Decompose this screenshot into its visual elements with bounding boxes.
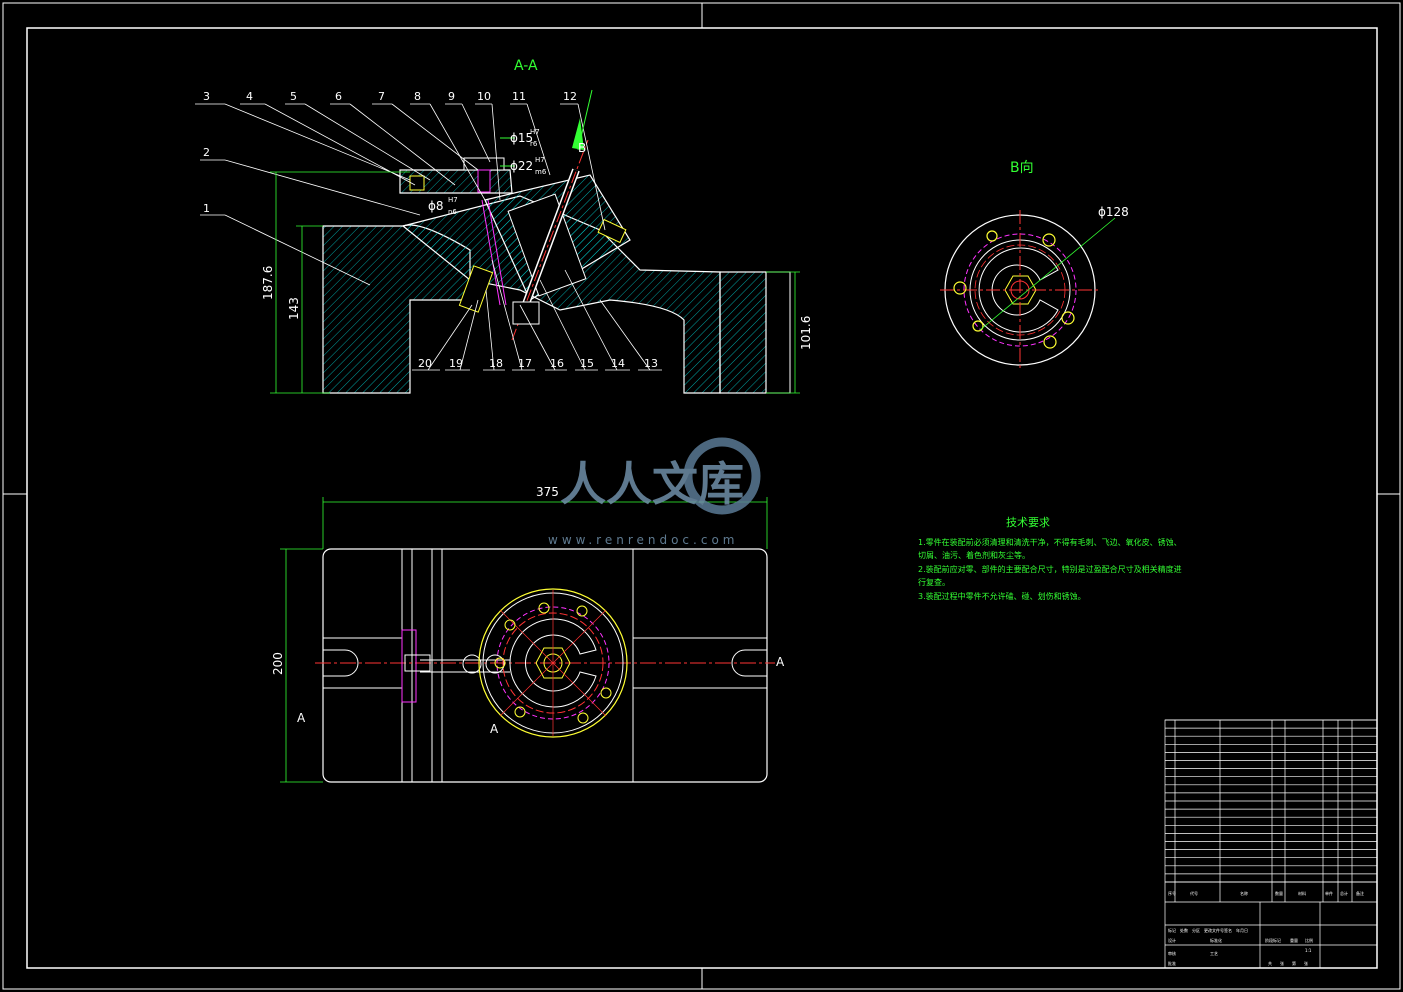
part-number-18: 18 <box>489 357 503 370</box>
dim-phi22-fit-bottom: m6 <box>535 168 547 176</box>
tb-header-qty: 数量 <box>1275 890 1283 896</box>
b-view-title: B向 <box>1010 160 1034 176</box>
part-number-4: 4 <box>246 90 253 103</box>
part-number-6: 6 <box>335 90 342 103</box>
part-number-9: 9 <box>448 90 455 103</box>
part-number-labels-bottom: 20 19 18 17 16 15 14 13 <box>418 357 658 370</box>
dim-phi8-fit-top: H7 <box>448 196 458 204</box>
tech-requirement-3: 3.装配过程中零件不允许磕、碰、划伤和锈蚀。 <box>918 591 1086 601</box>
part-number-5: 5 <box>290 90 297 103</box>
part-number-11: 11 <box>512 90 526 103</box>
tech-requirement-2: 2.装配前应对零、部件的主要配合尺寸，特别是过盈配合尺寸及相关精度进行复查。 <box>918 564 1182 588</box>
tb-scale: 1:1 <box>1305 948 1312 953</box>
section-mark-right: A <box>776 655 785 669</box>
tb-header-code: 代号 <box>1190 890 1198 896</box>
part-number-16: 16 <box>550 357 564 370</box>
dim-phi22-fit-top: H7 <box>535 156 545 164</box>
tb-review: 审核 <box>1168 950 1176 956</box>
part-number-2: 2 <box>203 146 210 159</box>
tb-header-name: 名称 <box>1240 890 1248 896</box>
tb-sheet-unit: 张 <box>1280 960 1284 966</box>
tb-mark: 标记 <box>1168 927 1176 933</box>
tb-process: 工艺 <box>1210 951 1218 956</box>
tb-date: 年月日 <box>1236 927 1248 933</box>
title-block-header: 序号 代号 名称 数量 材料 单件 总计 备注 标记 处数 分区 更改文件号 签… <box>1168 890 1364 966</box>
part-number-10: 10 <box>477 90 491 103</box>
part-number-3: 3 <box>203 90 210 103</box>
part-number-12: 12 <box>563 90 577 103</box>
tb-stage-mark: 阶段标记 <box>1265 937 1281 943</box>
tech-requirements-title: 技术要求 <box>1006 516 1050 529</box>
tb-sheet-unit2: 张 <box>1304 960 1308 966</box>
tb-change-doc: 更改文件号 <box>1204 927 1224 933</box>
dim-phi8: ϕ8 <box>428 199 444 213</box>
dim-phi8-fit-bottom: n6 <box>448 208 457 216</box>
part-number-14: 14 <box>611 357 625 370</box>
tb-header-total: 总计 <box>1340 890 1348 896</box>
tb-scale-label: 比例 <box>1305 937 1313 943</box>
section-view-a-a: A-A 3 4 5 6 7 8 9 10 11 12 2 1 20 19 18 … <box>195 58 813 394</box>
part-number-7: 7 <box>378 90 385 103</box>
dim-width-375: 375 <box>536 485 559 499</box>
tb-signature: 签名 <box>1224 927 1232 933</box>
tb-design: 设计 <box>1168 937 1176 943</box>
tb-approve: 批准 <box>1168 960 1176 966</box>
tb-count: 处数 <box>1180 927 1188 933</box>
tb-sheet-total: 共 <box>1268 960 1272 966</box>
part-number-17: 17 <box>518 357 532 370</box>
tb-header-remark: 备注 <box>1356 890 1364 896</box>
section-view-title: A-A <box>514 58 538 74</box>
view-arrow-label: B <box>578 141 586 155</box>
dim-height-200: 200 <box>271 652 285 675</box>
b-direction-view: B向 ϕ128 <box>940 160 1129 370</box>
part-number-15: 15 <box>580 357 594 370</box>
part-number-20: 20 <box>418 357 432 370</box>
tb-header-unit: 单件 <box>1325 890 1333 896</box>
part-number-13: 13 <box>644 357 658 370</box>
dim-height-101: 101.6 <box>799 316 813 350</box>
tb-weight: 重量 <box>1290 937 1298 943</box>
tb-header-index: 序号 <box>1168 890 1176 896</box>
tb-standardization: 标准化 <box>1210 937 1222 943</box>
part-number-8: 8 <box>414 90 421 103</box>
watermark-url: www.renrendoc.com <box>548 533 738 547</box>
tb-sheet-num: 第 <box>1292 960 1296 966</box>
part-number-19: 19 <box>449 357 463 370</box>
tb-zone: 分区 <box>1192 927 1200 933</box>
base-block-right <box>719 271 767 394</box>
dim-height-143: 143 <box>287 297 301 320</box>
cut-mark: A <box>490 722 499 736</box>
dim-height-187: 187.6 <box>261 266 275 300</box>
dim-phi15-fit-top: H7 <box>530 128 540 136</box>
drawing-sheet: A-A 3 4 5 6 7 8 9 10 11 12 2 1 20 19 18 … <box>2 2 1401 990</box>
plan-view: 375 200 A A A <box>271 485 785 783</box>
dim-phi22: ϕ22 <box>510 159 533 173</box>
tech-requirement-1: 1.零件在装配前必须清理和清洗干净，不得有毛刺、飞边、氧化皮、锈蚀、切屑、油污、… <box>918 537 1182 561</box>
section-mark-left: A <box>297 711 306 725</box>
watermark-brand: 人人文库 <box>560 457 744 511</box>
part-number-1: 1 <box>203 202 210 215</box>
dim-phi128: ϕ128 <box>1098 205 1129 219</box>
tb-header-material: 材料 <box>1298 890 1306 896</box>
technical-requirements: 技术要求 1.零件在装配前必须清理和清洗干净，不得有毛刺、飞边、氧化皮、锈蚀、切… <box>918 516 1188 603</box>
dim-phi15-fit-bottom: r6 <box>530 140 538 148</box>
watermark: 人人文库 www.renrendoc.com <box>548 437 761 547</box>
